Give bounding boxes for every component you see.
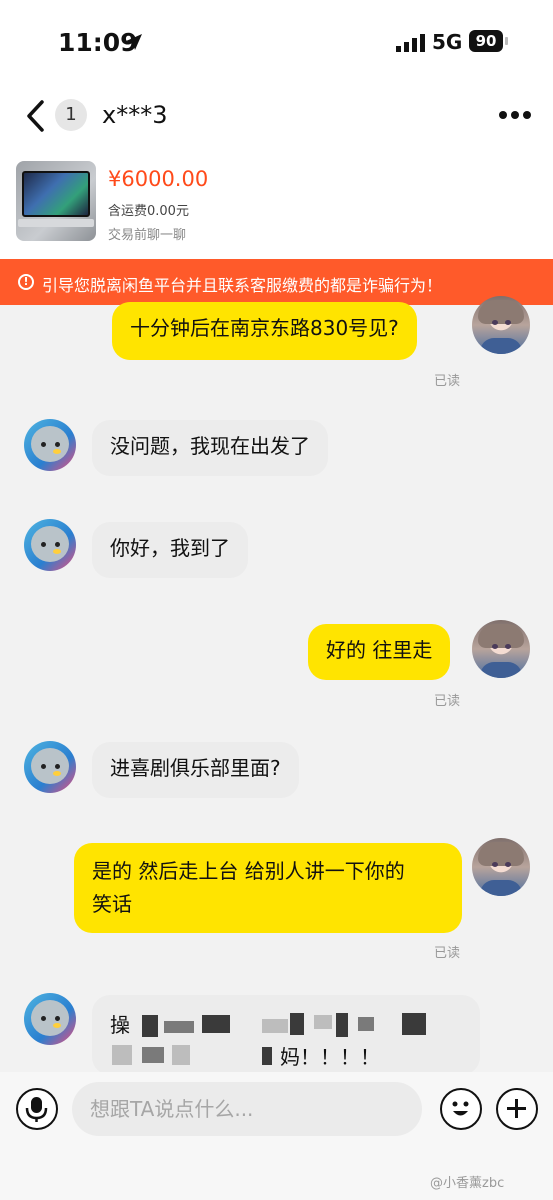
message-bubble-sent[interactable]: 好的 往里走	[308, 624, 451, 680]
contact-name: x***3	[102, 101, 168, 129]
emoji-icon	[452, 1101, 469, 1116]
message-text: 十分钟后在南京东路830号见?	[130, 316, 399, 340]
censor-block	[290, 1013, 304, 1035]
message-bubble-received[interactable]: 进喜剧俱乐部里面?	[92, 742, 299, 798]
censor-block	[262, 1047, 272, 1065]
my-avatar[interactable]	[472, 620, 530, 678]
shipping-info: 含运费0.00元	[108, 204, 189, 219]
censor-block	[262, 1019, 288, 1033]
warning-icon: !	[18, 274, 34, 290]
my-avatar[interactable]	[472, 296, 530, 354]
laptop-base	[18, 219, 94, 227]
battery-indicator: 90	[469, 30, 503, 52]
message-bubble-received[interactable]: 操 妈！！！！	[92, 995, 480, 1075]
product-thumbnail[interactable]	[16, 161, 96, 241]
censor-block	[164, 1021, 194, 1033]
censor-block	[112, 1045, 132, 1065]
message-text: 进喜剧俱乐部里面?	[110, 756, 281, 780]
contact-avatar[interactable]	[24, 519, 76, 571]
watermark: @小香薰zbc	[430, 1176, 505, 1191]
message-bubble-sent[interactable]: 是的 然后走上台 给别人讲一下你的 笑话	[74, 843, 462, 933]
battery-tip	[505, 37, 508, 45]
voice-button[interactable]	[16, 1088, 58, 1130]
message-text-start: 操	[110, 1013, 130, 1037]
laptop-screen	[22, 171, 90, 217]
contact-avatar[interactable]	[24, 419, 76, 471]
more-icon[interactable]	[498, 110, 532, 120]
emoji-button[interactable]	[440, 1088, 482, 1130]
censor-block	[172, 1045, 190, 1065]
message-text: 好的 往里走	[326, 638, 433, 662]
censor-block	[142, 1015, 158, 1037]
read-receipt: 已读	[434, 374, 461, 389]
read-receipt: 已读	[434, 694, 461, 709]
network-label: 5G	[432, 30, 463, 54]
chat-header: 1 x***3	[0, 85, 553, 147]
back-arrow-icon[interactable]	[24, 99, 46, 133]
message-input-bar	[0, 1072, 553, 1148]
contact-avatar[interactable]	[24, 741, 76, 793]
unread-badge[interactable]: 1	[55, 99, 87, 131]
read-receipt: 已读	[434, 946, 461, 961]
censor-block	[358, 1017, 374, 1031]
contact-avatar[interactable]	[24, 993, 76, 1045]
microphone-icon	[25, 1097, 48, 1122]
censor-block	[336, 1013, 348, 1037]
censor-block	[202, 1015, 230, 1033]
message-text-end: 妈！！！！	[280, 1045, 380, 1069]
location-arrow-icon	[126, 34, 142, 50]
fraud-warning-banner: ! 引导您脱离闲鱼平台并且联系客服缴费的都是诈骗行为！	[0, 259, 553, 305]
product-card[interactable]: ¥6000.00 含运费0.00元 交易前聊一聊	[0, 147, 553, 259]
censor-block	[402, 1013, 426, 1035]
plus-icon	[507, 1099, 526, 1118]
product-price: ¥6000.00	[108, 167, 209, 191]
censor-block	[314, 1015, 332, 1029]
warning-text: 引导您脱离闲鱼平台并且联系客服缴费的都是诈骗行为！	[42, 276, 443, 295]
plus-button[interactable]	[496, 1088, 538, 1130]
status-bar: 11:09 5G 90	[0, 0, 553, 85]
pre-trade-hint: 交易前聊一聊	[108, 228, 187, 243]
message-text: 你好，我到了	[110, 536, 230, 560]
message-bubble-received[interactable]: 你好，我到了	[92, 522, 248, 578]
message-input[interactable]	[72, 1082, 422, 1136]
message-bubble-received[interactable]: 没问题，我现在出发了	[92, 420, 328, 476]
message-text: 没问题，我现在出发了	[110, 434, 310, 458]
message-text-line: 笑话	[92, 892, 132, 916]
message-bubble-sent[interactable]: 十分钟后在南京东路830号见?	[112, 302, 417, 360]
censor-block	[142, 1047, 164, 1063]
signal-icon	[396, 34, 425, 52]
message-text-line: 是的 然后走上台 给别人讲一下你的	[92, 859, 405, 883]
my-avatar[interactable]	[472, 838, 530, 896]
